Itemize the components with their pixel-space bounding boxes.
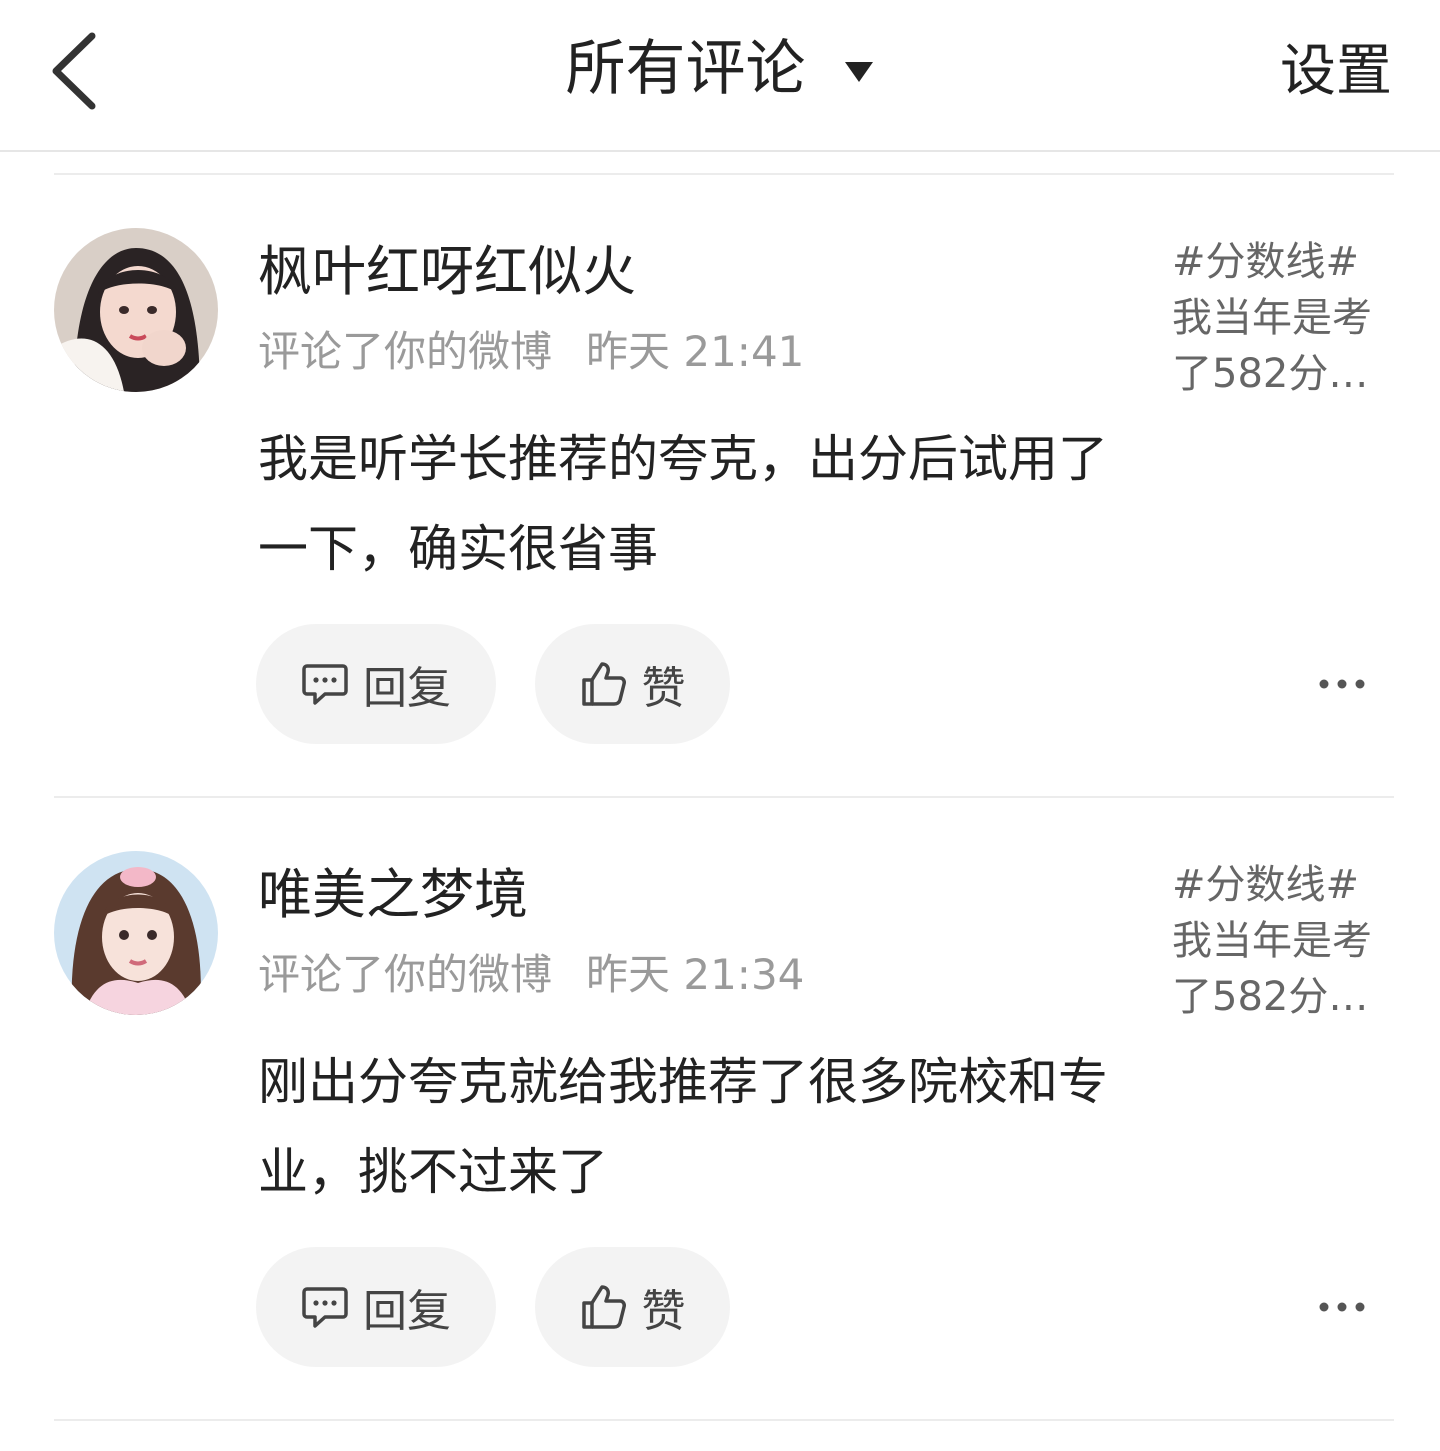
topic-excerpt-line: 我当年是考 [1172,918,1372,964]
referenced-post-preview[interactable]: #分数线# 我当年是考 了582分… [1172,857,1402,1025]
reply-button[interactable]: 回复 [256,1247,496,1367]
top-bar: 所有评论 设置 [0,0,1440,152]
username[interactable]: 枫叶红呀红似火 [258,236,636,308]
comment-text: 我是听学长推荐的夸克，出分后试用了一下，确实很省事 [258,430,1108,578]
timestamp: 昨天 21:41 [586,327,805,376]
comment-item: 枫叶红呀红似火 评论了你的微博 昨天 21:41 我是听学长推荐的夸克，出分后试用… [0,228,1440,828]
like-label: 赞 [641,1286,686,1337]
thumbs-up-icon [581,662,626,706]
topic-hashtag: #分数线# [1172,862,1360,908]
thumbs-up-icon [581,1285,626,1329]
comment-bubble-icon [302,1287,348,1328]
reply-button[interactable]: 回复 [256,624,496,744]
avatar[interactable] [54,228,218,392]
more-options-icon[interactable] [1316,1293,1368,1321]
divider [54,173,1394,175]
comment-meta: 评论了你的微博 昨天 21:41 [258,324,804,380]
avatar[interactable] [54,851,218,1015]
settings-button[interactable]: 设置 [1280,32,1392,112]
username[interactable]: 唯美之梦境 [258,859,528,931]
topic-excerpt-line: 我当年是考 [1172,295,1372,341]
more-options-icon[interactable] [1316,670,1368,698]
action-text: 评论了你的微博 [258,327,553,376]
topic-excerpt-line: 了582分… [1172,351,1369,397]
comment-item: 唯美之梦境 评论了你的微博 昨天 21:34 刚出分夸克就给我推荐了很多院校和专业… [0,851,1440,1451]
divider [54,1419,1394,1421]
comment-filter-dropdown[interactable]: 所有评论 [0,28,1440,110]
comment-meta: 评论了你的微博 昨天 21:34 [258,947,804,1003]
like-button[interactable]: 赞 [535,624,730,744]
reply-label: 回复 [363,663,451,714]
caret-down-icon [844,62,873,83]
topic-excerpt-line: 了582分… [1172,974,1369,1020]
divider [54,796,1394,798]
like-label: 赞 [641,663,686,714]
comment-text: 刚出分夸克就给我推荐了很多院校和专业，挑不过来了 [258,1053,1108,1201]
topic-hashtag: #分数线# [1172,239,1360,285]
referenced-post-preview[interactable]: #分数线# 我当年是考 了582分… [1172,234,1402,402]
comment-bubble-icon [302,664,348,705]
reply-label: 回复 [363,1286,451,1337]
like-button[interactable]: 赞 [535,1247,730,1367]
page-title: 所有评论 [565,34,806,104]
timestamp: 昨天 21:34 [586,950,805,999]
avatar-image [54,851,218,1015]
action-text: 评论了你的微博 [258,950,553,999]
avatar-image [54,228,218,392]
